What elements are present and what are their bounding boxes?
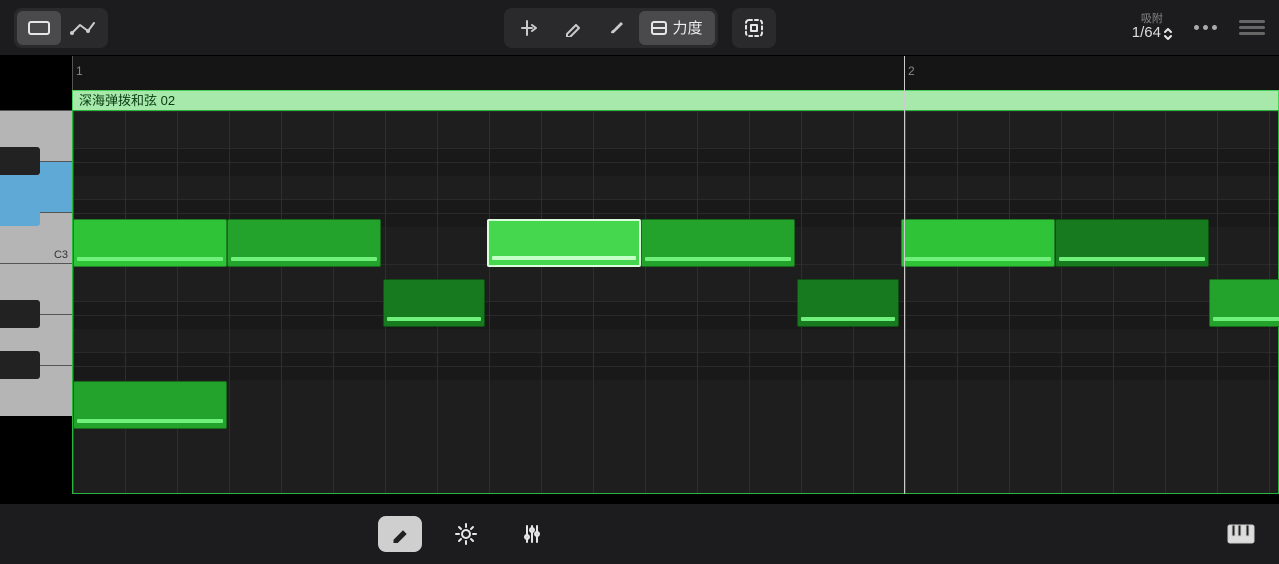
- mixer-button[interactable]: [510, 516, 554, 552]
- midi-note[interactable]: [1209, 279, 1279, 327]
- gridline: [1165, 111, 1166, 493]
- gridline: [281, 111, 282, 493]
- snap-value: 1/64: [1132, 25, 1161, 42]
- region-name: 深海弹拨和弦 02: [79, 93, 175, 108]
- midi-note[interactable]: [901, 219, 1055, 267]
- gridline: [593, 111, 594, 493]
- updown-icon: [1164, 28, 1172, 40]
- piano-roll-editor: C3: [0, 110, 1279, 494]
- gear-sun-icon: [455, 523, 477, 545]
- note-grid[interactable]: [72, 110, 1279, 494]
- bar-number: 1: [76, 64, 83, 78]
- bar-number: 2: [908, 64, 915, 78]
- rectangle-icon: [27, 19, 51, 37]
- piano-key[interactable]: [0, 147, 40, 175]
- midi-note[interactable]: [1055, 219, 1209, 267]
- piano-icon: [1227, 524, 1255, 544]
- draw-mode-button[interactable]: [378, 516, 422, 552]
- gridline: [905, 111, 906, 493]
- piano-key[interactable]: [0, 351, 40, 379]
- sliders-icon: [522, 524, 542, 544]
- quantize-icon: [518, 18, 538, 38]
- gridline: [125, 111, 126, 493]
- midi-note[interactable]: [641, 219, 795, 267]
- selection-mode-button[interactable]: [732, 8, 776, 48]
- view-mode-segment: [14, 8, 108, 48]
- center-tools: 力度: [503, 8, 775, 48]
- gridline: [229, 111, 230, 493]
- settings-button[interactable]: [444, 516, 488, 552]
- toolbar-right: 吸附 1/64: [1132, 13, 1265, 42]
- snap-selector[interactable]: 吸附 1/64: [1132, 13, 1172, 42]
- piano-key[interactable]: [0, 198, 40, 226]
- automation-view-button[interactable]: [61, 11, 105, 45]
- pencil-icon: [563, 19, 581, 37]
- marquee-icon: [743, 17, 765, 39]
- gridline: [541, 111, 542, 493]
- notes-view-button[interactable]: [17, 11, 61, 45]
- brush-icon: [606, 18, 626, 38]
- region-header[interactable]: 深海弹拨和弦 02: [72, 90, 1279, 110]
- time-ruler[interactable]: 12: [72, 56, 1279, 90]
- gridline: [489, 111, 490, 493]
- gridline: [749, 111, 750, 493]
- gridline: [1009, 111, 1010, 493]
- gridline: [697, 111, 698, 493]
- keyboard-button[interactable]: [1219, 516, 1263, 552]
- more-button[interactable]: [1194, 25, 1217, 30]
- edit-tools-segment: 力度: [503, 8, 717, 48]
- automation-icon: [70, 19, 96, 37]
- velocity-icon: [650, 21, 666, 35]
- grid-row: [73, 366, 1278, 417]
- midi-note[interactable]: [227, 219, 381, 267]
- bottom-toolbar: [0, 504, 1279, 564]
- drag-handle[interactable]: [1239, 20, 1265, 35]
- brush-tool-button[interactable]: [594, 11, 638, 45]
- top-toolbar: 力度 吸附 1/64: [0, 0, 1279, 56]
- gridline: [177, 111, 178, 493]
- piano-keyboard[interactable]: C3: [0, 110, 72, 494]
- gridline: [645, 111, 646, 493]
- gridline: [1113, 111, 1114, 493]
- midi-note[interactable]: [73, 219, 227, 267]
- pencil-tool-button[interactable]: [550, 11, 594, 45]
- pencil-icon: [391, 525, 409, 543]
- gridline: [333, 111, 334, 493]
- gridline: [73, 111, 74, 493]
- piano-key[interactable]: [0, 300, 40, 328]
- velocity-tool-button[interactable]: 力度: [638, 11, 714, 45]
- key-label: C3: [54, 249, 68, 261]
- midi-note[interactable]: [73, 381, 227, 429]
- gridline: [1061, 111, 1062, 493]
- quantize-button[interactable]: [506, 11, 550, 45]
- gridline: [957, 111, 958, 493]
- velocity-label: 力度: [672, 17, 702, 38]
- playhead[interactable]: [904, 56, 905, 494]
- midi-note[interactable]: [487, 219, 641, 267]
- midi-note[interactable]: [797, 279, 899, 327]
- midi-note[interactable]: [383, 279, 485, 327]
